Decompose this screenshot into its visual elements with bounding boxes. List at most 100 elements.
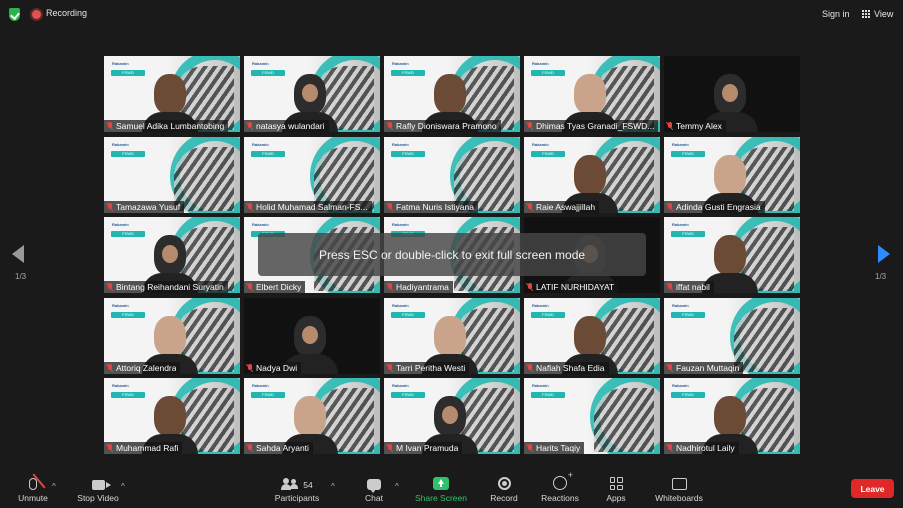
previous-page-icon[interactable] <box>12 245 24 263</box>
record-button[interactable]: Record <box>488 468 520 508</box>
participant-face <box>714 74 746 114</box>
participant-video-tile[interactable]: Rakamin FSWD iffat nabil <box>664 217 800 293</box>
participant-name-bar: LATIF NURHIDAYAT <box>524 281 619 293</box>
participant-video-tile[interactable]: Rakamin FSWD Tarri Peritha Westi <box>384 298 520 374</box>
sign-in-link[interactable]: Sign in <box>822 9 850 19</box>
participant-name: Fauzan Muttaqin <box>676 363 740 373</box>
participant-face <box>294 74 326 114</box>
participant-video-tile[interactable]: Rakamin FSWD Fauzan Muttaqin <box>664 298 800 374</box>
participant-video-tile[interactable]: Rakamin FSWD Holid Muhamad Salman-FS... <box>244 137 380 213</box>
camera-icon <box>91 480 111 490</box>
participant-name: Tarri Peritha Westi <box>396 363 466 373</box>
page-indicator-left: 1/3 <box>15 272 27 281</box>
participant-name: natasya wulandari <box>256 121 325 131</box>
participant-face <box>714 155 746 195</box>
stop-video-label: Stop Video <box>77 493 119 503</box>
slide-pill: FSWD <box>111 151 145 157</box>
participant-name-bar: Nadhirotul Laily <box>664 442 739 454</box>
slide-logo: Rakamin <box>112 61 129 66</box>
slide-pill: FSWD <box>251 151 285 157</box>
slide-logo: Rakamin <box>392 61 409 66</box>
muted-mic-icon <box>387 122 393 130</box>
next-page-icon[interactable] <box>878 245 890 263</box>
share-screen-button[interactable]: Share Screen <box>414 468 468 508</box>
muted-mic-icon <box>527 364 533 372</box>
slide-pill: FSWD <box>531 392 565 398</box>
participant-video-tile[interactable]: Rakamin FSWD Raie Aswajjillah <box>524 137 660 213</box>
slide-logo: Rakamin <box>112 222 129 227</box>
stop-video-button[interactable]: Stop Video <box>74 468 122 508</box>
whiteboards-button[interactable]: Whiteboards <box>652 468 706 508</box>
muted-mic-icon <box>387 444 393 452</box>
participant-video-tile[interactable]: Rakamin FSWD M Ivan Pramuda <box>384 378 520 454</box>
chat-label: Chat <box>365 493 383 503</box>
participant-video-tile[interactable]: Rakamin FSWD Fatma Nuris Istiyana <box>384 137 520 213</box>
muted-mic-icon <box>527 283 533 291</box>
participant-name-bar: M Ivan Pramuda <box>384 442 463 454</box>
muted-mic-icon <box>667 364 673 372</box>
leave-button[interactable]: Leave <box>851 479 894 498</box>
participant-name: Nadya Dwi <box>256 363 298 373</box>
participant-video-tile[interactable]: Rakamin FSWD Tamazawa Yusuf <box>104 137 240 213</box>
slide-logo: Rakamin <box>672 222 689 227</box>
participant-name-bar: Fatma Nuris Istiyana <box>384 201 478 213</box>
slide-logo: Rakamin <box>532 61 549 66</box>
slide-pill: FSWD <box>531 70 565 76</box>
chat-options-chevron-icon[interactable]: ^ <box>395 482 399 491</box>
unmute-button[interactable]: Unmute <box>14 468 52 508</box>
reactions-button[interactable]: Reactions <box>540 468 580 508</box>
muted-mic-icon <box>387 203 393 211</box>
participant-name-bar: Sahda Aryanti <box>244 442 313 454</box>
participant-video-tile[interactable]: Rakamin FSWD Adinda Gusti Engrasia <box>664 137 800 213</box>
participant-name: Adinda Gusti Engrasia <box>676 202 761 212</box>
participant-name-bar: Temmy Alex <box>664 120 726 132</box>
participant-name-bar: Naflah Shafa Edia <box>524 362 609 374</box>
participant-name-bar: Samuel Adika Lumbantobing <box>104 120 229 132</box>
participant-video-tile[interactable]: Rakamin FSWD Bintang Reihandani Suryatin <box>104 217 240 293</box>
shield-icon[interactable] <box>9 8 20 21</box>
apps-button[interactable]: Apps <box>603 468 629 508</box>
participant-name: Nadhirotul Laily <box>676 443 735 453</box>
participant-name: Muhammad Rafi <box>116 443 179 453</box>
participant-video-tile[interactable]: Rakamin FSWD Harits Taqiy <box>524 378 660 454</box>
participant-video-tile[interactable]: Rakamin FSWD Samuel Adika Lumbantobing <box>104 56 240 132</box>
slide-pill: FSWD <box>111 312 145 318</box>
participant-face <box>434 74 466 114</box>
reactions-icon <box>553 470 573 490</box>
slide-pill: FSWD <box>671 312 705 318</box>
muted-mic-icon <box>107 203 113 211</box>
participant-name-bar: Nadya Dwi <box>244 362 302 374</box>
record-label: Record <box>490 493 518 503</box>
participant-name: Hadiyantrama <box>396 282 449 292</box>
participant-video-tile[interactable]: Temmy Alex <box>664 56 800 132</box>
participant-name: Tamazawa Yusuf <box>116 202 181 212</box>
muted-mic-icon <box>527 122 533 130</box>
muted-mic-icon <box>247 283 253 291</box>
participant-video-tile[interactable]: Rakamin FSWD Dhimas Tyas Granadi_FSWD... <box>524 56 660 132</box>
participant-face <box>294 396 326 436</box>
participant-video-tile[interactable]: Rakamin FSWD Naflah Shafa Edia <box>524 298 660 374</box>
participants-options-chevron-icon[interactable]: ^ <box>331 482 335 491</box>
whiteboard-icon <box>671 478 687 490</box>
slide-pill: FSWD <box>111 392 145 398</box>
participant-name: Naflah Shafa Edia <box>536 363 605 373</box>
participant-name-bar: Muhammad Rafi <box>104 442 183 454</box>
participant-video-tile[interactable]: Rakamin FSWD Sahda Aryanti <box>244 378 380 454</box>
participant-video-tile[interactable]: Rakamin FSWD Rafly Dioniswara Pramono <box>384 56 520 132</box>
chat-button[interactable]: Chat <box>361 468 387 508</box>
record-icon <box>497 477 511 490</box>
participant-video-tile[interactable]: Nadya Dwi <box>244 298 380 374</box>
participant-video-tile[interactable]: Rakamin FSWD natasya wulandari <box>244 56 380 132</box>
participant-video-tile[interactable]: Rakamin FSWD Muhammad Rafi <box>104 378 240 454</box>
participant-video-tile[interactable]: Rakamin FSWD Attoriq Zalendra <box>104 298 240 374</box>
slide-logo: Rakamin <box>252 222 269 227</box>
participant-name: LATIF NURHIDAYAT <box>536 282 615 292</box>
participant-name-bar: Dhimas Tyas Granadi_FSWD... <box>524 120 659 132</box>
participant-video-tile[interactable]: Rakamin FSWD Nadhirotul Laily <box>664 378 800 454</box>
muted-mic-icon <box>247 444 253 452</box>
participants-button[interactable]: 54 Participants <box>272 468 322 508</box>
video-options-chevron-icon[interactable]: ^ <box>121 482 125 491</box>
view-button[interactable]: View <box>862 9 893 19</box>
audio-options-chevron-icon[interactable]: ^ <box>52 482 56 491</box>
slide-logo: Rakamin <box>672 142 689 147</box>
